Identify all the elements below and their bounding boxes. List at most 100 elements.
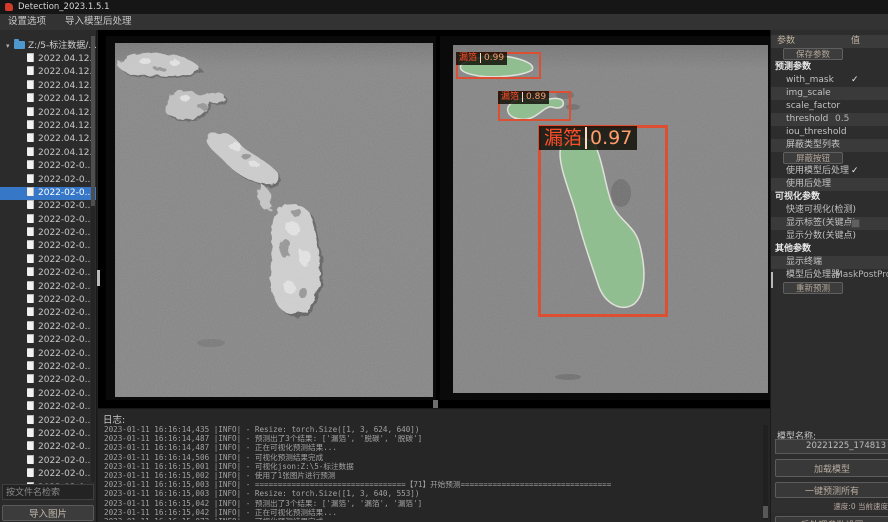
chevron-down-icon[interactable]: ▾ — [6, 40, 14, 53]
file-icon — [27, 401, 34, 410]
param-action-button[interactable]: 屏蔽按钮 — [783, 152, 843, 164]
tree-file-item[interactable]: 2022-02-0... — [0, 428, 96, 441]
tree-file-item[interactable]: 2022.04.12... — [0, 66, 96, 79]
tree-file-item[interactable]: 2022.04.12... — [0, 120, 96, 133]
tree-file-item[interactable]: 2022-02-0... — [0, 334, 96, 347]
app-window: Detection_2023.1.5.1 设置选项 导入模型后处理 ▾Z:/5-… — [0, 0, 888, 522]
param-row[interactable]: 使用模型后处理 使用模型后处理 — [771, 165, 888, 178]
detection-box: 漏箔0.89 — [498, 91, 571, 121]
tree-file-item[interactable]: 2022-02-0... — [0, 321, 96, 334]
tree-file-item[interactable]: 2022.04.12... — [0, 93, 96, 106]
file-icon — [27, 174, 34, 183]
tree-file-label: 2022-02-0... — [38, 175, 93, 185]
tree-root-folder[interactable]: ▾Z:/5-标注数据/... — [0, 40, 96, 53]
log-lines[interactable]: 2023-01-11 16:16:14,435 |INFO| - Resize:… — [104, 425, 760, 520]
menu-item-settings[interactable]: 设置选项 — [0, 14, 54, 30]
tree-file-item[interactable]: 2022-02-0... — [0, 468, 96, 481]
right-splitter-grip[interactable] — [770, 272, 773, 288]
tree-file-item[interactable]: 2022.04.12... — [0, 80, 96, 93]
tree-file-item[interactable]: 2022-02-0... — [0, 160, 96, 173]
predict-all-button[interactable]: 一键预测所有 — [775, 482, 888, 498]
file-icon — [27, 120, 34, 129]
tree-file-item[interactable]: 2022-02-0... — [0, 374, 96, 387]
tree-file-item[interactable]: 2022-02-0... — [0, 348, 96, 361]
model-name-field[interactable]: 20221225_174813 — [775, 439, 888, 454]
param-row[interactable]: 预测参数 预测参数 — [771, 61, 888, 74]
original-image-panel[interactable] — [106, 36, 436, 400]
tree-file-item[interactable]: 2022-02-0... — [0, 227, 96, 240]
file-search-input[interactable] — [2, 484, 94, 500]
param-row[interactable]: img_scale img_scale — [771, 87, 888, 100]
tree-file-item[interactable]: 2022-02-0... — [0, 214, 96, 227]
param-row[interactable]: 使用后处理 使用后处理 — [771, 178, 888, 191]
tree-file-item[interactable]: 2022-02-0... — [0, 441, 96, 454]
param-checkbox[interactable] — [851, 74, 859, 87]
file-icon — [27, 348, 34, 357]
param-row[interactable]: 显示终端 显示终端 — [771, 256, 888, 269]
params-panel: 参数 值 保存参数 保存参数 预测参数 预测参数 with_mask with_… — [770, 30, 888, 522]
left-splitter-grip[interactable] — [97, 270, 100, 286]
tree-file-item[interactable]: 2022.04.12... — [0, 133, 96, 146]
scrollbar-thumb[interactable] — [763, 506, 768, 518]
tree-file-item[interactable]: 2022-02-0... — [0, 294, 96, 307]
param-row[interactable]: 屏蔽类型列表 屏蔽类型列表 — [771, 139, 888, 152]
detection-box: 漏箔0.97 — [538, 125, 668, 317]
param-row[interactable]: 显示分数(关键点) 显示分数(关键点) — [771, 230, 888, 243]
log-line: 2023-01-11 16:16:15,042 |INFO| - 预测出了3个结… — [104, 499, 760, 508]
param-row[interactable]: 其他参数 其他参数 — [771, 243, 888, 256]
param-value[interactable]: MaskPostPro — [835, 269, 888, 282]
param-value[interactable]: 0.5 — [835, 113, 849, 126]
tree-file-item[interactable]: 2022-02-0... — [0, 200, 96, 213]
file-tree-panel: ▾Z:/5-标注数据/... 2022.04.12... 2022.04.12.… — [0, 30, 97, 522]
tree-file-item[interactable]: 2022-02-0... — [0, 388, 96, 401]
prediction-image-panel[interactable]: 漏箔0.99 漏箔0.89 漏箔0.97 — [440, 36, 770, 400]
tree-file-item[interactable]: 2022-02-0... — [0, 187, 96, 200]
tree-file-item[interactable]: 2022.04.12... — [0, 53, 96, 66]
tree-file-item[interactable]: 2022-02-0... — [0, 174, 96, 187]
tree-file-item[interactable]: 2022-02-0... — [0, 267, 96, 280]
tree-file-item[interactable]: 2022-02-0... — [0, 307, 96, 320]
tree-scrollbar[interactable] — [91, 36, 95, 482]
param-action-button[interactable]: 保存参数 — [783, 48, 843, 60]
menu-item-import-model-postprocess[interactable]: 导入模型后处理 — [57, 14, 140, 30]
param-row[interactable]: threshold threshold 0.5 — [771, 113, 888, 126]
tree-file-item[interactable]: 2022.04.12... — [0, 147, 96, 160]
param-row[interactable]: 快速可视化(检测) 快速可视化(检测) — [771, 204, 888, 217]
param-label: 使用模型后处理 — [771, 165, 849, 178]
param-row[interactable]: with_mask with_mask — [771, 74, 888, 87]
param-row[interactable]: 保存参数 保存参数 — [771, 48, 888, 61]
tree-file-label: 2022-02-0... — [38, 161, 93, 171]
original-image — [115, 43, 433, 397]
log-scrollbar[interactable] — [763, 425, 768, 520]
param-row[interactable]: scale_factor scale_factor — [771, 100, 888, 113]
tree-file-label: 2022-02-0... — [38, 255, 93, 265]
scrollbar-thumb[interactable] — [91, 36, 95, 206]
tree-file-item[interactable]: 2022-02-0... — [0, 455, 96, 468]
postprocess-params-button[interactable]: 后处理参数设置 — [775, 516, 888, 522]
param-row[interactable]: 模型后处理器 模型后处理器 MaskPostPro — [771, 269, 888, 282]
load-model-button[interactable]: 加载模型 — [775, 459, 888, 477]
import-images-button[interactable]: 导入图片 — [2, 505, 94, 521]
tree-file-item[interactable]: 2022-02-0... — [0, 254, 96, 267]
tree-file-item[interactable]: 2022-02-0... — [0, 361, 96, 374]
param-row[interactable]: 屏蔽按钮 屏蔽按钮 — [771, 152, 888, 165]
param-checkbox[interactable] — [851, 219, 860, 228]
tree-file-item[interactable]: 2022-02-0... — [0, 240, 96, 253]
param-label: 使用后处理 — [771, 178, 831, 191]
param-checkbox[interactable] — [851, 165, 859, 178]
param-row[interactable]: iou_threshold iou_threshold — [771, 126, 888, 139]
param-row[interactable]: 重新预测 重新预测 — [771, 282, 888, 295]
file-icon — [27, 321, 34, 330]
tree-file-item[interactable]: 2022-02-0... — [0, 401, 96, 414]
tree-file-item[interactable]: 2022.04.12... — [0, 107, 96, 120]
file-icon — [27, 240, 34, 249]
tree-file-item[interactable]: 2022-02-0... — [0, 281, 96, 294]
param-row[interactable]: 可视化参数 可视化参数 — [771, 191, 888, 204]
file-icon — [27, 388, 34, 397]
file-icon — [27, 441, 34, 450]
tree-file-label: 2022-02-0... — [38, 389, 93, 399]
param-action-button[interactable]: 重新预测 — [783, 282, 843, 294]
tree-file-item[interactable]: 2022-02-0... — [0, 415, 96, 428]
param-row[interactable]: 显示标签(关键点) 显示标签(关键点) — [771, 217, 888, 230]
tree-file-label: 2022-02-0... — [38, 215, 93, 225]
